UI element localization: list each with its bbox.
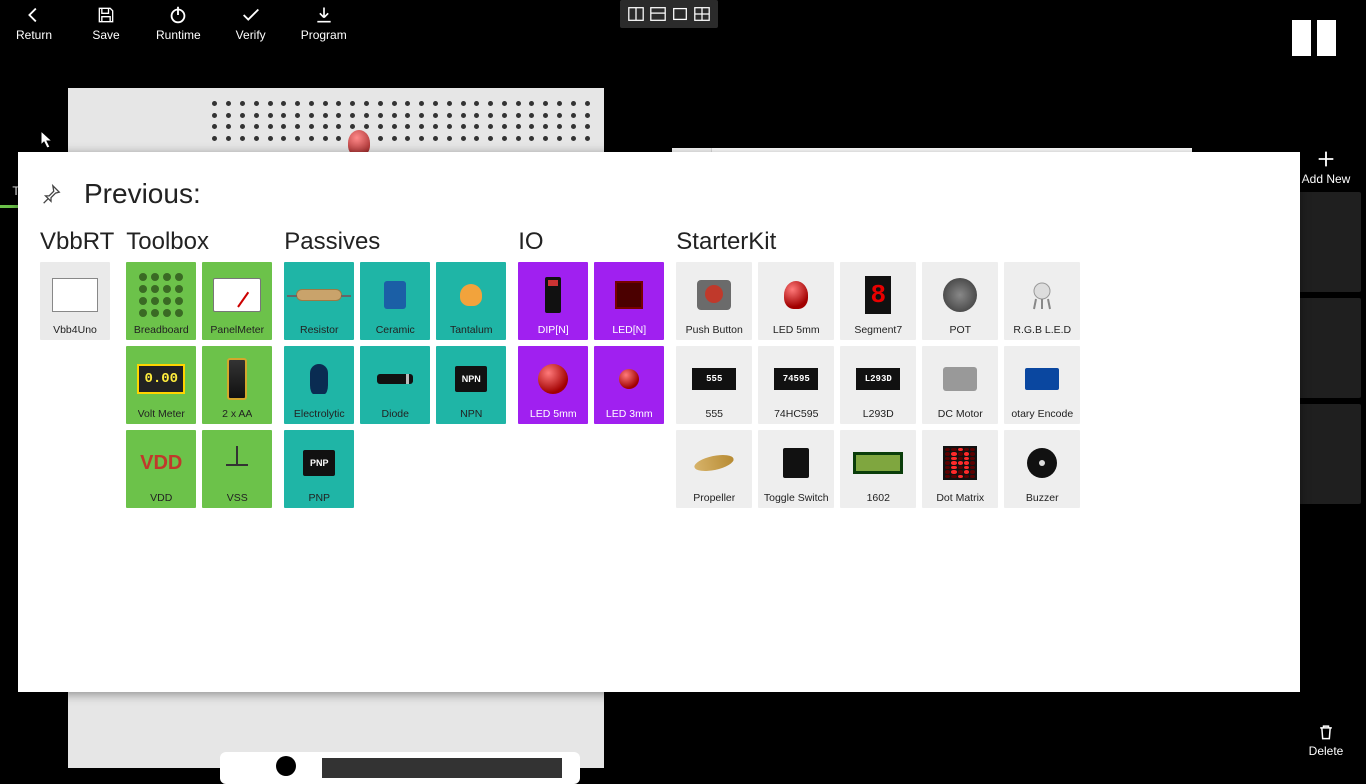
tile-propeller[interactable]: Propeller (676, 430, 752, 508)
save-icon (95, 4, 117, 26)
previous-row: Previous: (40, 178, 1278, 210)
palette-slot-1[interactable] (1291, 192, 1361, 292)
category-passives: Passives Resistor Ceramic Tantalum Elect… (284, 228, 506, 508)
previous-label: Previous: (84, 178, 201, 210)
category-vbbrt: VbbRT Vbb4Uno (40, 228, 114, 340)
tile-vss[interactable]: VSS (202, 430, 272, 508)
tile-1602[interactable]: 1602 (840, 430, 916, 508)
top-toolbar: Return Save Runtime Verify Program (0, 0, 1366, 60)
layout-icon-3[interactable] (670, 4, 690, 24)
verify-button[interactable]: Verify (229, 4, 273, 42)
split-view-toggle[interactable] (1292, 20, 1336, 56)
layout-icon-2[interactable] (648, 4, 668, 24)
add-new-button[interactable]: Add New (1302, 148, 1351, 186)
tile-pot[interactable]: POT (922, 262, 998, 340)
arrow-left-icon (23, 4, 45, 26)
tile-breadboard[interactable]: Breadboard (126, 262, 196, 340)
tile-pushbutton[interactable]: Push Button (676, 262, 752, 340)
tile-ceramic[interactable]: Ceramic (360, 262, 430, 340)
toolbar-group: Return Save Runtime Verify Program (12, 4, 347, 42)
tile-tantalum[interactable]: Tantalum (436, 262, 506, 340)
breadboard-strip (68, 88, 604, 150)
category-io: IO DIP[N] LED[N] LED 5mm LED 3mm (518, 228, 664, 424)
save-button[interactable]: Save (84, 4, 128, 42)
tile-dipn[interactable]: DIP[N] (518, 262, 588, 340)
category-starterkit: StarterKit Push Button LED 5mm 8Segment7… (676, 228, 1080, 508)
breadboard-holes (208, 98, 594, 144)
titlebar-view-controls (620, 0, 718, 28)
tile-rgbled[interactable]: R.G.B L.E.D (1004, 262, 1080, 340)
tile-led3mm[interactable]: LED 3mm (594, 346, 664, 424)
tile-2xaa[interactable]: 2 x AA (202, 346, 272, 424)
check-icon (240, 4, 262, 26)
return-button[interactable]: Return (12, 4, 56, 42)
toolbox-panel: Previous: VbbRT Vbb4Uno Toolbox Breadboa… (18, 152, 1300, 692)
tile-vbb4uno[interactable]: Vbb4Uno (40, 262, 110, 340)
runtime-button[interactable]: Runtime (156, 4, 201, 42)
tile-panelmeter[interactable]: PanelMeter (202, 262, 272, 340)
tile-rotaryencoder[interactable]: otary Encode (1004, 346, 1080, 424)
tile-dotmatrix[interactable]: Dot Matrix (922, 430, 998, 508)
delete-button[interactable]: Delete (1309, 722, 1344, 758)
layout-icon-1[interactable] (626, 4, 646, 24)
program-button[interactable]: Program (301, 4, 347, 42)
tile-pnp[interactable]: PNPPNP (284, 430, 354, 508)
palette-slot-3[interactable] (1291, 404, 1361, 504)
power-icon (167, 4, 189, 26)
tile-diode[interactable]: Diode (360, 346, 430, 424)
tile-74hc595[interactable]: 7459574HC595 (758, 346, 834, 424)
tile-dcmotor[interactable]: DC Motor (922, 346, 998, 424)
tile-ledn[interactable]: LED[N] (594, 262, 664, 340)
tile-resistor[interactable]: Resistor (284, 262, 354, 340)
tile-toggleswitch[interactable]: Toggle Switch (758, 430, 834, 508)
tile-led5mm-io[interactable]: LED 5mm (518, 346, 588, 424)
tile-buzzer[interactable]: Buzzer (1004, 430, 1080, 508)
pin-icon[interactable] (40, 183, 62, 205)
download-icon (313, 4, 335, 26)
tile-555[interactable]: 555555 (676, 346, 752, 424)
tile-voltmeter[interactable]: 0.00 Volt Meter (126, 346, 196, 424)
tile-npn[interactable]: NPNNPN (436, 346, 506, 424)
category-toolbox: Toolbox Breadboard PanelMeter 0.00 Volt … (126, 228, 272, 508)
category-row: VbbRT Vbb4Uno Toolbox Breadboard PanelMe… (40, 228, 1278, 508)
tile-led5mm-sk[interactable]: LED 5mm (758, 262, 834, 340)
palette-slot-2[interactable] (1291, 298, 1361, 398)
arduino-board-footprint[interactable] (220, 752, 580, 784)
tile-l293d[interactable]: L293DL293D (840, 346, 916, 424)
tile-segment7[interactable]: 8Segment7 (840, 262, 916, 340)
tile-vdd[interactable]: VDD VDD (126, 430, 196, 508)
tile-electrolytic[interactable]: Electrolytic (284, 346, 354, 424)
layout-icon-4[interactable] (692, 4, 712, 24)
